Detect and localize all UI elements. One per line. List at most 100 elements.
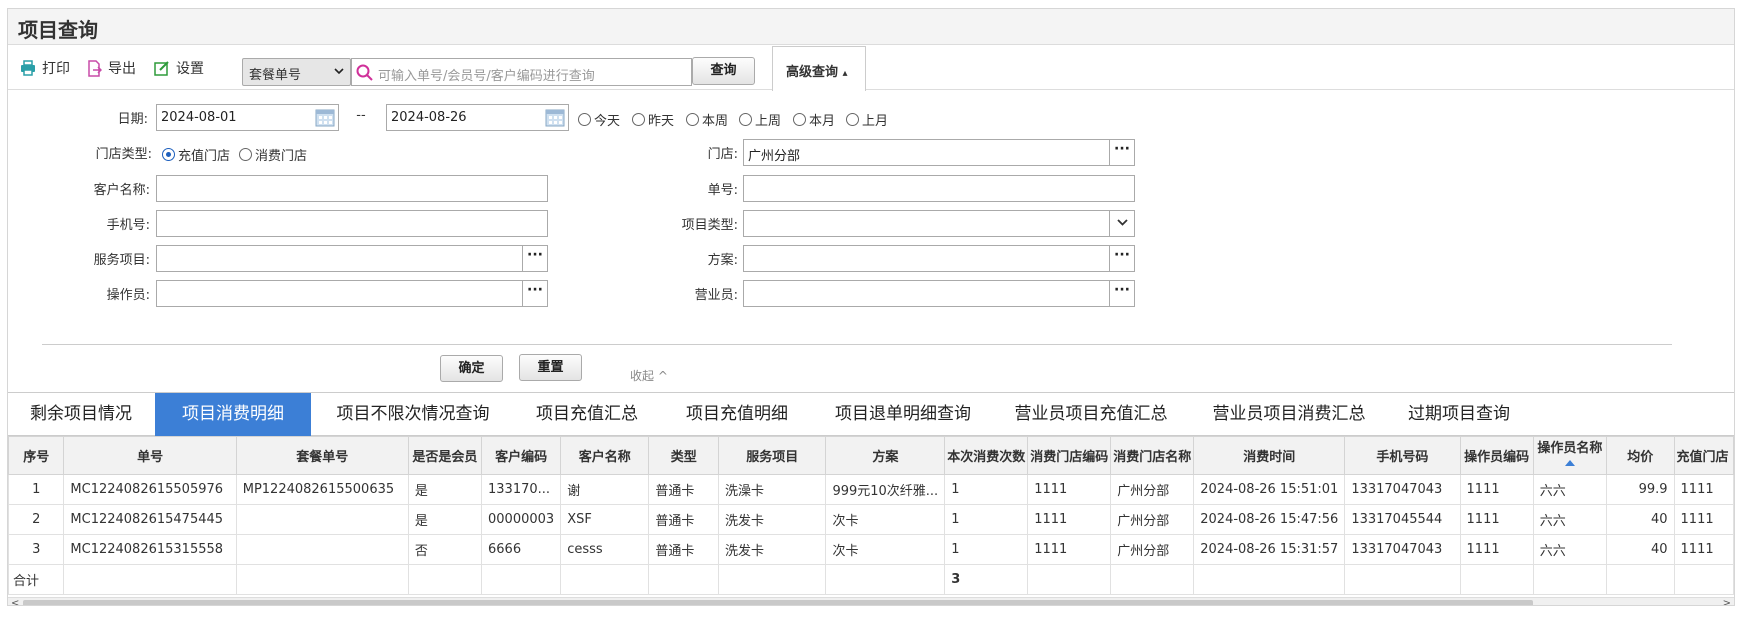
toolbar: 打印 导出 设置 套餐单号 可输入单号/会员号/客户编码进行查询 查询 (8, 46, 1734, 90)
more-icon[interactable]: ··· (1109, 281, 1134, 306)
table-cell: 13317045544 (1344, 504, 1461, 535)
column-header[interactable]: 方案 (825, 436, 946, 475)
reset-button[interactable]: 重置 (519, 354, 582, 381)
more-icon[interactable]: ··· (1109, 140, 1134, 165)
store-label: 门店: (707, 147, 738, 162)
tab-expired-items[interactable]: 过期项目查询 (1400, 393, 1518, 436)
quick-date-last-week[interactable]: 上周 (739, 110, 781, 129)
operator-input[interactable]: ··· (156, 280, 548, 307)
service-item-input[interactable]: ··· (156, 245, 548, 272)
table-cell: MC1224082615475445 (63, 504, 237, 535)
search-type-value: 套餐单号 (249, 68, 302, 83)
column-header-sorted[interactable]: 操作员名称 (1532, 436, 1607, 475)
tab-refund-detail[interactable]: 项目退单明细查询 (818, 393, 988, 436)
quick-date-label: 昨天 (648, 114, 675, 129)
quick-date-today[interactable]: 今天 (578, 110, 620, 129)
more-icon[interactable]: ··· (1109, 246, 1134, 271)
date-label: 日期: (117, 112, 148, 127)
query-button[interactable]: 查询 (692, 57, 755, 85)
column-header[interactable]: 类型 (648, 436, 720, 475)
table-row[interactable]: 2 MC1224082615475445 是 00000003 XSF 普通卡 洗发卡 次卡 1… (8, 504, 1734, 535)
quick-date-yesterday[interactable]: 昨天 (632, 110, 674, 129)
quick-date-this-week[interactable]: 本周 (686, 110, 728, 129)
column-header[interactable]: 操作员编码 (1459, 436, 1534, 475)
column-header[interactable]: 消费门店编码 (1027, 436, 1112, 475)
tab-remaining-items[interactable]: 剩余项目情况 (16, 393, 146, 436)
table-cell (560, 564, 650, 595)
scroll-left-icon[interactable]: < (11, 598, 19, 605)
more-icon[interactable]: ··· (522, 246, 547, 271)
table-cell (235, 504, 409, 535)
tab-recharge-detail[interactable]: 项目充值明细 (672, 393, 802, 436)
column-header[interactable]: 充值门店 (1673, 436, 1734, 475)
export-button[interactable]: 导出 (86, 58, 136, 78)
customer-name-input[interactable] (156, 175, 548, 202)
table-row[interactable]: 1 MC1224082615505976 MP1224082615500635 是 13… (8, 474, 1734, 505)
chevron-down-icon[interactable] (1109, 211, 1134, 236)
horizontal-scrollbar[interactable]: < > (8, 597, 1734, 605)
column-header[interactable]: 序号 (8, 436, 65, 475)
radio-icon (239, 148, 252, 161)
print-button[interactable]: 打印 (20, 58, 70, 78)
tab-salesman-consumption-summary[interactable]: 营业员项目消费汇总 (1204, 393, 1374, 436)
table-cell: 999元10次纤雅... (825, 474, 946, 505)
table-cell: 否 (407, 534, 483, 565)
store-type-consume[interactable]: 消费门店 (239, 145, 307, 164)
salesman-input[interactable]: ··· (743, 280, 1135, 307)
date-to-input[interactable]: 2024-08-26 (386, 104, 569, 131)
column-header[interactable]: 手机号码 (1344, 436, 1461, 475)
table-cell: 广州分部 (1110, 474, 1195, 505)
plan-input[interactable]: ··· (743, 245, 1135, 272)
advanced-query-button[interactable]: 高级查询 ▴ (772, 46, 866, 91)
column-header[interactable]: 客户名称 (560, 436, 650, 475)
table-cell: 是 (407, 504, 483, 535)
table-cell: 1111 (1459, 504, 1534, 535)
scroll-right-icon[interactable]: > (1723, 598, 1731, 605)
tab-recharge-summary[interactable]: 项目充值汇总 (522, 393, 652, 436)
settings-button[interactable]: 设置 (154, 58, 204, 78)
column-header[interactable]: 单号 (63, 436, 237, 475)
item-type-select[interactable] (743, 210, 1135, 237)
column-header[interactable]: 客户编码 (481, 436, 562, 475)
total-count: 3 (944, 564, 1029, 595)
advanced-search-form: 日期: 2024-08-01 -- 2024-08-26 今天 昨天 本周 上周… (8, 91, 1734, 391)
date-to-value: 2024-08-26 (391, 110, 467, 125)
table-cell: MP1224082615500635 (235, 474, 409, 505)
table-cell: 2 (8, 504, 65, 535)
phone-input[interactable] (156, 210, 548, 237)
column-header[interactable]: 本次消费次数 (944, 436, 1029, 475)
tab-item-consumption-detail[interactable]: 项目消费明细 (155, 393, 311, 436)
column-header[interactable]: 套餐单号 (235, 436, 409, 475)
column-header[interactable]: 服务项目 (718, 436, 827, 475)
search-input[interactable]: 可输入单号/会员号/客户编码进行查询 (351, 58, 692, 86)
table-cell: 六六 (1532, 504, 1607, 535)
tab-unlimited-items[interactable]: 项目不限次情况查询 (320, 393, 506, 436)
column-header[interactable]: 是否是会员 (407, 436, 483, 475)
table-cell (1605, 564, 1675, 595)
order-number-input[interactable] (743, 175, 1135, 202)
table-cell: 1 (944, 534, 1029, 565)
column-header[interactable]: 消费门店名称 (1110, 436, 1195, 475)
date-from-input[interactable]: 2024-08-01 (156, 104, 339, 131)
table-cell: 六六 (1532, 474, 1607, 505)
search-type-select[interactable]: 套餐单号 (242, 58, 351, 86)
column-header[interactable]: 均价 (1605, 436, 1675, 475)
store-type-recharge[interactable]: 充值门店 (162, 145, 230, 164)
collapse-link[interactable]: 收起 ^ (630, 367, 690, 384)
table-cell: 2024-08-26 15:51:01 (1193, 474, 1346, 505)
customer-name-label: 客户名称: (93, 183, 150, 198)
confirm-button[interactable]: 确定 (440, 355, 503, 382)
quick-date-last-month[interactable]: 上月 (846, 110, 888, 129)
store-input[interactable]: 广州分部 ··· (743, 139, 1135, 166)
table-cell: 40 (1605, 504, 1675, 535)
service-item-label: 服务项目: (93, 253, 150, 268)
column-header[interactable]: 消费时间 (1193, 436, 1346, 475)
table-cell: 普通卡 (648, 504, 720, 535)
more-icon[interactable]: ··· (522, 281, 547, 306)
table-body: 1 MC1224082615505976 MP1224082615500635 是 13… (8, 474, 1734, 595)
table-cell: 广州分部 (1110, 534, 1195, 565)
table-row[interactable]: 3 MC1224082615315558 否 6666 cesss 普通卡 洗发卡 次卡 1 11… (8, 534, 1734, 565)
scrollbar-thumb[interactable] (23, 600, 1533, 605)
tab-salesman-recharge-summary[interactable]: 营业员项目充值汇总 (1006, 393, 1176, 436)
quick-date-this-month[interactable]: 本月 (793, 110, 835, 129)
